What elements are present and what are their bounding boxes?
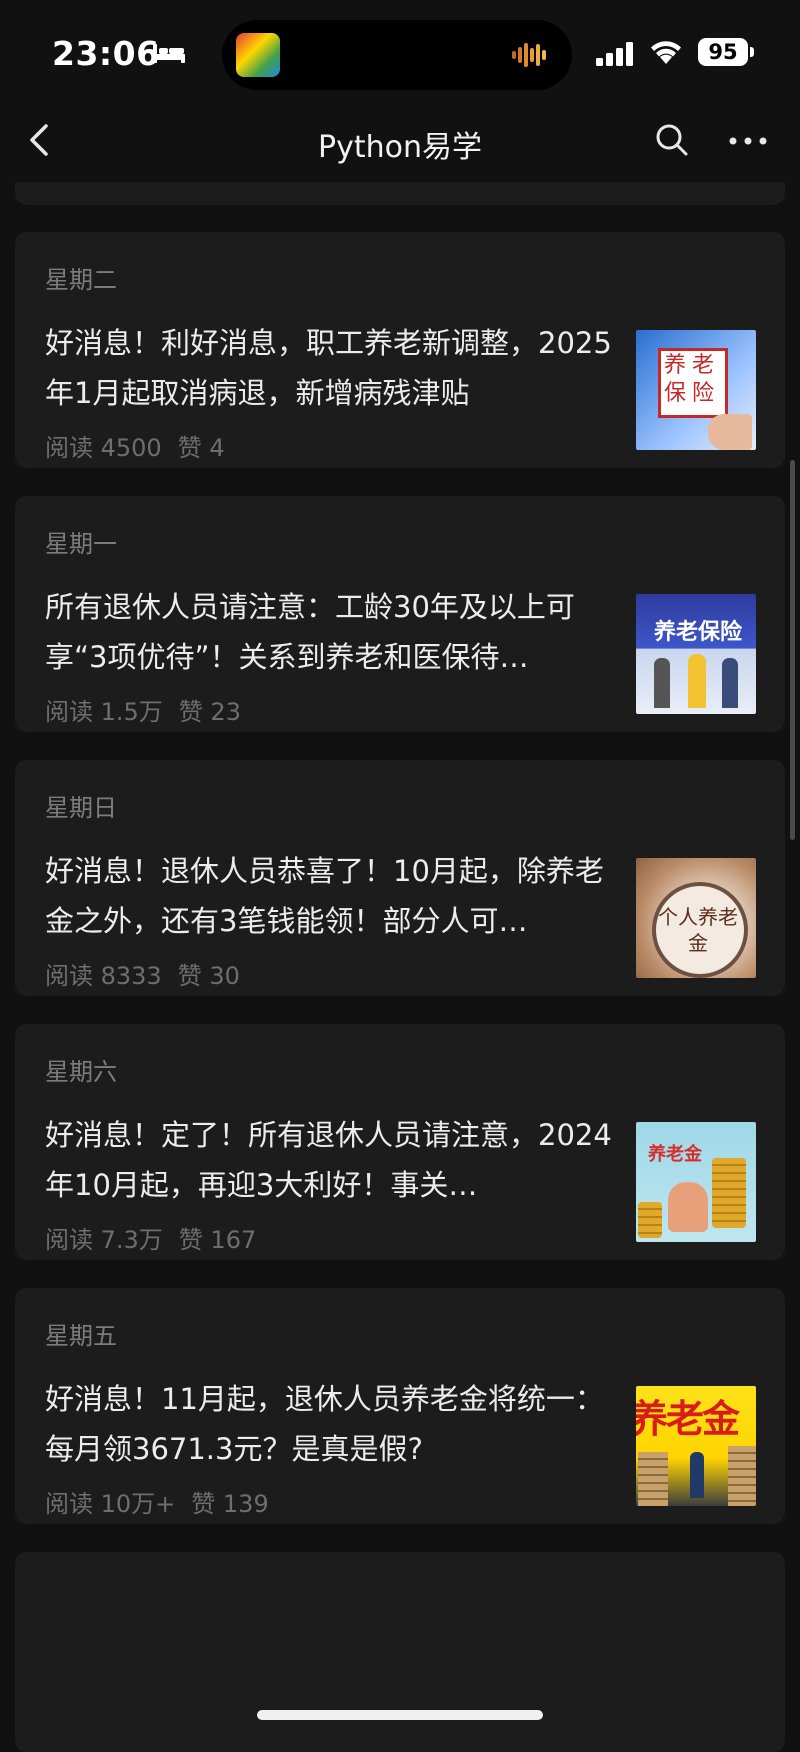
thumbnail-caption: 养老保险: [653, 620, 742, 645]
article-meta: 阅读 7.3万赞 167: [45, 1220, 272, 1255]
article-meta: 阅读 10万+ 赞 139: [45, 1484, 285, 1519]
article-card[interactable]: 星期一 所有退休人员请注意：工龄30年及以上可享“3项优待”！关系到养老和医保待…: [15, 496, 785, 732]
read-count: 阅读 4500: [45, 434, 162, 462]
article-title[interactable]: 好消息！11月起，退休人员养老金将统一：每月领3671.3元？是真是假?: [45, 1374, 625, 1474]
article-title[interactable]: 好消息！利好消息，职工养老新调整，2025年1月起取消病退，新增病残津贴: [45, 318, 625, 418]
article-day: 星期六: [45, 1058, 117, 1086]
article-day: 星期日: [45, 794, 117, 822]
article-feed: 星期二 好消息！利好消息，职工养老新调整，2025年1月起取消病退，新增病残津贴…: [0, 0, 800, 1752]
article-thumbnail[interactable]: 养老金: [636, 1386, 756, 1506]
article-day: 星期一: [45, 530, 117, 558]
article-card-partial[interactable]: [15, 1552, 785, 1752]
article-meta: 阅读 1.5万赞 23: [45, 692, 257, 727]
cellular-signal-icon: [596, 42, 633, 66]
audio-waveform-icon: [512, 43, 546, 67]
home-indicator[interactable]: [257, 1710, 543, 1720]
more-options-icon[interactable]: [728, 136, 768, 146]
thumbnail-caption: 养老保险: [664, 353, 721, 406]
like-count: 赞 139: [191, 1490, 269, 1518]
read-count: 阅读 1.5万: [45, 698, 163, 726]
read-count: 阅读 8333: [45, 962, 162, 990]
article-thumbnail[interactable]: 养老金: [636, 1122, 756, 1242]
battery-level: 95: [698, 38, 748, 66]
article-card[interactable]: 星期六 好消息！定了！所有退休人员请注意，2024年10月起，再迎3大利好！事关…: [15, 1024, 785, 1260]
article-meta: 阅读 4500 赞 4: [45, 428, 241, 463]
article-title[interactable]: 好消息！定了！所有退休人员请注意，2024年10月起，再迎3大利好！事关…: [45, 1110, 625, 1210]
status-time: 23:06: [52, 34, 160, 73]
sleep-focus-icon: [153, 44, 185, 63]
like-count: 赞 4: [177, 434, 225, 462]
article-meta: 阅读 8333 赞 30: [45, 956, 256, 991]
search-icon[interactable]: [654, 122, 690, 158]
article-title[interactable]: 好消息！退休人员恭喜了！10月起，除养老金之外，还有3笔钱能领！部分人可…: [45, 846, 625, 946]
article-title[interactable]: 所有退休人员请注意：工龄30年及以上可享“3项优待”！关系到养老和医保待…: [45, 582, 625, 682]
read-count: 阅读 7.3万: [45, 1226, 163, 1254]
thumbnail-caption: 个人养老金: [658, 905, 738, 955]
article-thumbnail[interactable]: 个人养老金: [636, 858, 756, 978]
like-count: 赞 23: [178, 698, 241, 726]
thumbnail-caption: 养老金: [648, 1144, 702, 1165]
read-count: 阅读 10万+: [45, 1490, 176, 1518]
article-thumbnail[interactable]: 养老保险: [636, 594, 756, 714]
nav-bar: Python易学: [0, 100, 800, 182]
article-day: 星期二: [45, 266, 117, 294]
wifi-icon: [651, 41, 681, 64]
battery-indicator: 95: [698, 38, 754, 68]
status-bar: 23:06 95: [0, 0, 800, 100]
now-playing-artwork: [236, 33, 280, 77]
like-count: 赞 167: [178, 1226, 257, 1254]
scrollbar[interactable]: [790, 460, 795, 840]
article-card[interactable]: 星期二 好消息！利好消息，职工养老新调整，2025年1月起取消病退，新增病残津贴…: [15, 232, 785, 468]
like-count: 赞 30: [177, 962, 240, 990]
thumbnail-caption: 养老金: [636, 1397, 740, 1441]
article-day: 星期五: [45, 1322, 117, 1350]
article-thumbnail[interactable]: 养老保险: [636, 330, 756, 450]
dynamic-island[interactable]: [222, 20, 572, 90]
article-card[interactable]: 星期五 好消息！11月起，退休人员养老金将统一：每月领3671.3元？是真是假?…: [15, 1288, 785, 1524]
article-card[interactable]: 星期日 好消息！退休人员恭喜了！10月起，除养老金之外，还有3笔钱能领！部分人可…: [15, 760, 785, 996]
battery-tip: [750, 47, 754, 57]
